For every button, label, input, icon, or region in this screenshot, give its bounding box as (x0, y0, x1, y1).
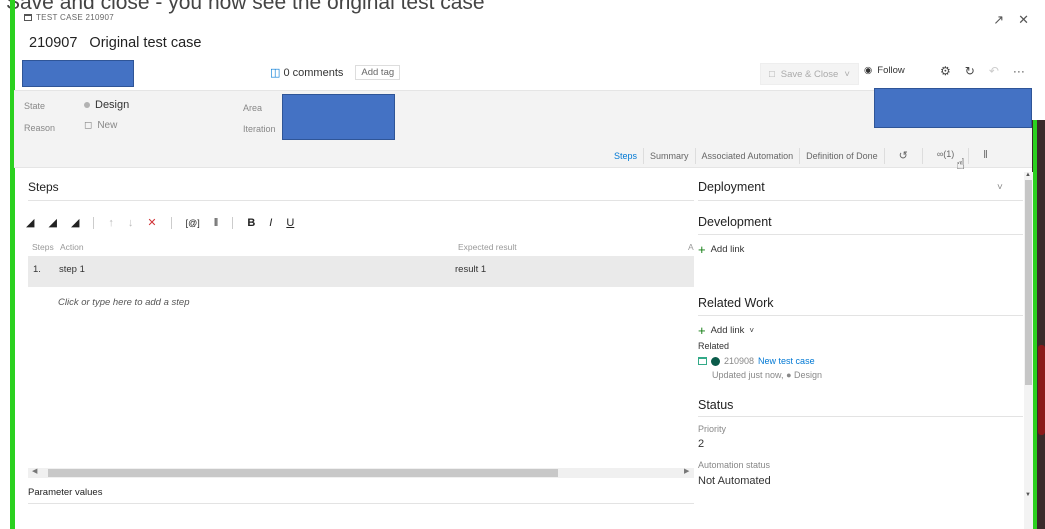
add-step-input[interactable]: Click or type here to add a step (58, 297, 190, 308)
insert-shared-steps-icon[interactable]: ◢ (48, 216, 56, 229)
eye-icon: ◉ (864, 65, 873, 76)
comments-link[interactable]: ◫ 0 comments (270, 66, 343, 79)
paperclip-icon: ‖ (983, 149, 988, 161)
plus-icon: + (698, 323, 706, 338)
table-row[interactable]: 1. step 1 result 1 (28, 256, 694, 287)
col-steps: Steps (32, 242, 54, 252)
work-item-type-label: TEST CASE 210907 (36, 13, 115, 22)
add-tag-button[interactable]: Add tag (355, 65, 401, 80)
hand-cursor-icon: ☝ (956, 156, 966, 173)
move-down-icon[interactable]: ↓ (128, 217, 134, 229)
scroll-left-icon[interactable]: ◀ (32, 467, 37, 475)
undo-icon[interactable]: ↶ (989, 64, 999, 78)
iteration-label: Iteration (243, 124, 276, 134)
parameter-icon[interactable]: [@] (186, 218, 200, 228)
test-case-icon (698, 357, 707, 365)
save-close-button[interactable]: □ Save & Close ˅ (760, 63, 859, 85)
chevron-down-icon[interactable]: ˅ (997, 182, 1003, 193)
step-expected[interactable]: result 1 (455, 264, 486, 275)
gear-icon[interactable]: ⚙ (940, 64, 951, 78)
plus-icon: + (698, 242, 706, 257)
chevron-down-icon: ˅ (749, 326, 755, 335)
redacted-right-field (874, 88, 1032, 128)
steps-toolbar: ◢ ◢ ◢ ↑ ↓ ✕ [@] ‖ B I U (26, 216, 294, 229)
development-title: Development (698, 215, 772, 229)
status-title: Status (698, 398, 734, 412)
tab-bar: Steps Summary Associated Automation Defi… (608, 148, 1002, 164)
redacted-area-iteration (282, 94, 395, 140)
scroll-down-icon[interactable]: ▼ (1025, 492, 1031, 498)
tab-definition-of-done[interactable]: Definition of Done (800, 148, 885, 164)
create-shared-steps-icon[interactable]: ◢ (71, 216, 79, 229)
priority-label: Priority (698, 424, 727, 434)
toolbar: ◫ 0 comments Add tag □ Save & Close ˅ ◉ … (14, 60, 1032, 88)
bold-icon[interactable]: B (247, 217, 255, 229)
reason-field[interactable]: ◻ New (84, 120, 117, 131)
related-item-meta: Updated just now, ● Design (712, 370, 823, 380)
col-action: Action (60, 242, 84, 252)
related-item-link[interactable]: New test case (758, 356, 815, 366)
chevron-down-icon[interactable]: ˅ (844, 69, 850, 80)
fields-panel: State Design Reason ◻ New Area Iteration … (14, 88, 1032, 168)
steps-section: Steps ◢ ◢ ◢ ↑ ↓ ✕ [@] ‖ B I U Steps Acti… (14, 170, 694, 529)
right-edge (1032, 120, 1045, 529)
screenshot-frame: Save and close - you now see the origina… (0, 0, 1045, 529)
avatar (711, 356, 720, 366)
step-number: 1. (33, 264, 41, 275)
steps-title: Steps (28, 180, 59, 194)
rw-add-link-button[interactable]: + Add link ˅ (698, 323, 755, 338)
lock-icon: ◻ (84, 120, 93, 131)
italic-icon[interactable]: I (269, 217, 272, 229)
related-work-item[interactable]: 210908 New test case (698, 356, 815, 366)
scroll-up-icon[interactable]: ▲ (1025, 172, 1031, 178)
deployment-title[interactable]: Deployment (698, 180, 765, 194)
underline-icon[interactable]: U (286, 217, 294, 229)
side-panel: Deployment ˅ Development + Add link Relat… (684, 170, 1024, 529)
col-expected: Expected result (458, 242, 517, 252)
horizontal-scrollbar[interactable]: ◀ ▶ (28, 468, 694, 478)
comments-area: ◫ 0 comments Add tag (270, 65, 401, 80)
window-controls: ↗ ✕ (993, 12, 1029, 28)
parameter-values[interactable]: Parameter values (28, 487, 102, 498)
attachment-icon[interactable]: ‖ (214, 217, 219, 229)
refresh-icon[interactable]: ↻ (965, 64, 975, 78)
state-label: State (24, 101, 46, 111)
work-item-type: TEST CASE 210907 (24, 13, 114, 22)
state-dot-icon (84, 102, 90, 108)
work-item-title: Original test case (89, 35, 202, 51)
toolbar-icons: ⚙ ↻ ↶ ··· (940, 64, 1025, 78)
automation-status-label: Automation status (698, 460, 771, 470)
tab-steps[interactable]: Steps (608, 148, 645, 164)
related-work-title: Related Work (698, 296, 774, 310)
tab-attachments[interactable]: ‖ (969, 148, 1002, 164)
move-up-icon[interactable]: ↑ (108, 217, 114, 229)
automation-status-field[interactable]: Not Automated (698, 475, 771, 487)
tab-history[interactable]: ↺ (885, 148, 923, 164)
related-label: Related (698, 341, 730, 351)
tab-associated-automation[interactable]: Associated Automation (696, 148, 801, 164)
delete-icon[interactable]: ✕ (147, 216, 156, 229)
step-action[interactable]: step 1 (59, 264, 85, 275)
area-label: Area (243, 103, 263, 113)
follow-button[interactable]: ◉ Follow (864, 65, 905, 76)
collapse-icon[interactable]: ↗ (993, 12, 1004, 28)
dev-add-link-button[interactable]: + Add link (698, 242, 744, 257)
test-case-icon (24, 14, 32, 21)
work-item-id: 210907 (29, 35, 78, 51)
state-field[interactable]: Design (84, 99, 129, 111)
priority-field[interactable]: 2 (698, 438, 704, 450)
vertical-scrollbar[interactable]: ▲ ▼ (1024, 172, 1033, 529)
save-icon: □ (769, 68, 775, 80)
more-icon[interactable]: ··· (1013, 64, 1025, 78)
tab-summary[interactable]: Summary (644, 148, 696, 164)
comment-icon: ◫ (270, 67, 281, 79)
close-icon[interactable]: ✕ (1018, 12, 1029, 28)
page-title[interactable]: 210907 Original test case (29, 35, 201, 51)
insert-step-icon[interactable]: ◢ (26, 216, 34, 229)
redacted-assigned-to (22, 60, 134, 87)
history-icon: ↺ (898, 150, 908, 162)
reason-label: Reason (24, 123, 56, 133)
